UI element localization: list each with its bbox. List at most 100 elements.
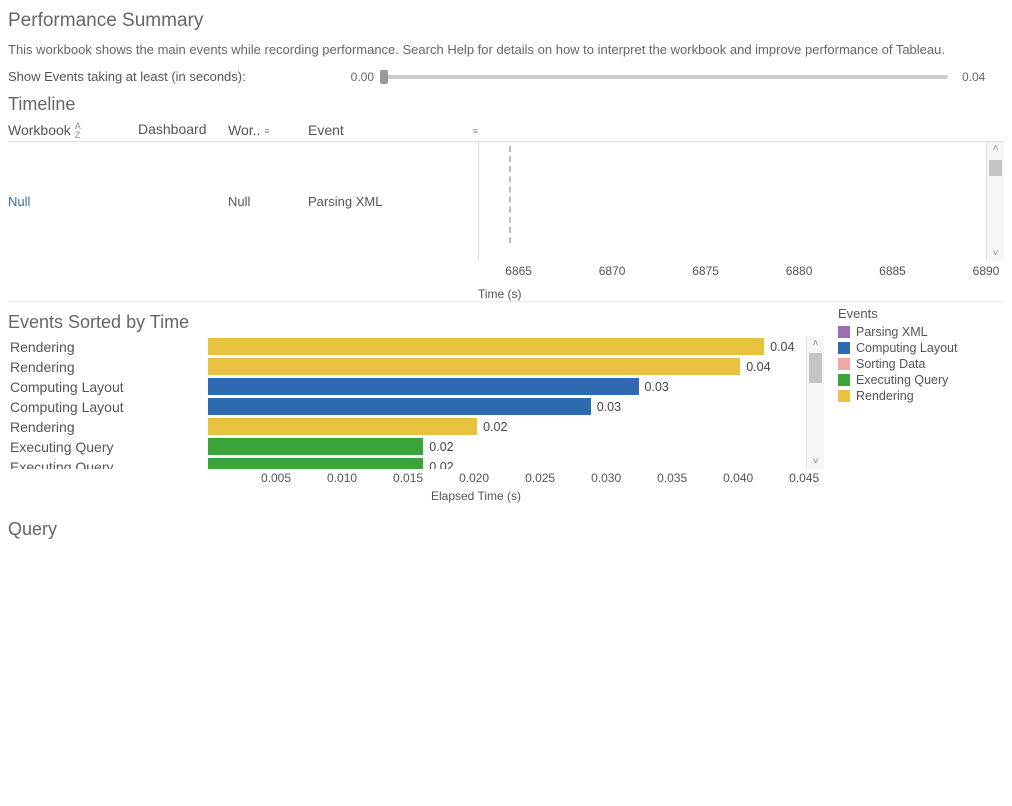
events-sorted-title: Events Sorted by Time [8,312,824,333]
query-area [8,544,1004,744]
events-tick: 0.025 [525,471,555,485]
legend-label: Sorting Data [856,357,925,371]
scroll-thumb[interactable] [989,160,1002,176]
events-tick: 0.005 [261,471,291,485]
event-bar-value: 0.04 [770,337,794,357]
event-bar-value: 0.02 [483,417,507,437]
sort-alpha-icon[interactable]: AZ [75,122,81,140]
timeline-tick: 6880 [786,264,813,278]
event-bar-row[interactable]: 0.02 [208,457,806,469]
legend-item[interactable]: Rendering [838,389,1004,403]
col-event[interactable]: Event ≡ [308,121,478,139]
events-tick: 0.040 [723,471,753,485]
event-row-label: Computing Layout [10,377,208,397]
timeline-chart-header [478,121,982,139]
timeline-x-axis-label: Time (s) [478,287,562,301]
events-sorted-chart: RenderingRenderingComputing LayoutComput… [8,337,824,469]
threshold-max: 0.04 [956,70,1004,84]
events-scrollbar[interactable]: ˄ ˅ [806,337,824,469]
scroll-thumb[interactable] [809,353,822,383]
legend-swatch [838,390,850,402]
col-worksheet[interactable]: Wor.. ≡ [228,121,308,139]
legend-swatch [838,358,850,370]
events-legend: Events Parsing XMLComputing LayoutSortin… [824,306,1004,503]
event-bar-row[interactable]: 0.03 [208,377,806,397]
event-row-label: Rendering [10,417,208,437]
scroll-down-icon[interactable]: ˅ [807,455,824,469]
legend-label: Parsing XML [856,325,928,339]
events-labels: RenderingRenderingComputing LayoutComput… [8,337,208,469]
timeline-row-worksheet: Null [228,142,308,261]
threshold-slider-row: Show Events taking at least (in seconds)… [8,69,1004,84]
events-tick: 0.015 [393,471,423,485]
event-bar-row[interactable]: 0.04 [208,337,806,357]
event-bar-value: 0.03 [645,377,669,397]
timeline-scrollbar[interactable]: ˄ ˅ [986,142,1004,261]
col-event-label: Event [308,122,344,138]
scroll-up-icon[interactable]: ˄ [807,337,824,351]
legend-item[interactable]: Parsing XML [838,325,1004,339]
threshold-min: 0.00 [326,70,374,84]
timeline-tick: 6865 [505,264,532,278]
legend-item[interactable]: Sorting Data [838,357,1004,371]
legend-label: Rendering [856,389,914,403]
event-bar-row[interactable]: 0.03 [208,397,806,417]
events-tick: 0.010 [327,471,357,485]
page-title: Performance Summary [8,10,1004,32]
timeline-gantt-mark[interactable] [509,146,511,243]
event-bar[interactable] [208,358,740,375]
col-workbook[interactable]: Workbook AZ [8,121,138,139]
threshold-slider-thumb[interactable] [380,70,388,84]
timeline-row-event: Parsing XML [308,142,478,261]
col-worksheet-label: Wor.. [228,122,260,138]
event-row-label: Rendering [10,337,208,357]
event-bar[interactable] [208,398,591,415]
legend-label: Computing Layout [856,341,957,355]
timeline-tick: 6875 [692,264,719,278]
event-bar[interactable] [208,438,423,455]
event-bar[interactable] [208,458,423,469]
timeline-tick: 6885 [879,264,906,278]
timeline-row-dashboard [138,142,228,261]
event-bar[interactable] [208,378,639,395]
subtitle-text-pre: This workbook shows the main events whil… [8,42,403,57]
col-dashboard[interactable]: Dashboard [138,121,228,139]
events-bars[interactable]: 0.040.040.030.030.020.020.02 [208,337,806,469]
timeline-chart[interactable] [478,142,986,261]
event-row-label: Executing Query [10,437,208,457]
event-bar-value: 0.02 [429,457,453,469]
legend-item[interactable]: Executing Query [838,373,1004,387]
timeline-header: Workbook AZ Dashboard Wor.. ≡ Event ≡ [8,119,1004,141]
event-bar-value: 0.02 [429,437,453,457]
events-tick: 0.030 [591,471,621,485]
timeline-row-workbook[interactable]: Null [8,142,138,261]
event-bar-row[interactable]: 0.04 [208,357,806,377]
sort-icon[interactable]: ≡ [264,127,269,136]
subtitle-text-post: for details on how to interpret the work… [474,42,945,57]
timeline-tick: 6870 [599,264,626,278]
scroll-down-icon[interactable]: ˅ [987,247,1004,261]
threshold-label: Show Events taking at least (in seconds)… [8,69,318,84]
event-bar[interactable] [208,418,477,435]
search-help-link[interactable]: Search Help [403,42,475,57]
event-bar-row[interactable]: 0.02 [208,417,806,437]
page-subtitle: This workbook shows the main events whil… [8,42,1004,57]
legend-item[interactable]: Computing Layout [838,341,1004,355]
col-workbook-label: Workbook [8,122,71,138]
timeline-x-axis: 686568706875688068856890 [478,261,986,289]
event-bar-value: 0.03 [597,397,621,417]
col-dashboard-label: Dashboard [138,121,207,137]
events-tick: 0.035 [657,471,687,485]
event-bar-value: 0.04 [746,357,770,377]
threshold-slider[interactable] [382,75,948,79]
legend-label: Executing Query [856,373,948,387]
events-tick: 0.045 [789,471,819,485]
event-bar[interactable] [208,338,764,355]
scroll-up-icon[interactable]: ˄ [987,142,1004,156]
legend-swatch [838,374,850,386]
event-row-label: Executing Query [10,457,208,469]
events-tick: 0.020 [459,471,489,485]
timeline-area: Workbook AZ Dashboard Wor.. ≡ Event ≡ Nu… [8,119,1004,302]
event-bar-row[interactable]: 0.02 [208,437,806,457]
timeline-tick: 6890 [973,264,1000,278]
